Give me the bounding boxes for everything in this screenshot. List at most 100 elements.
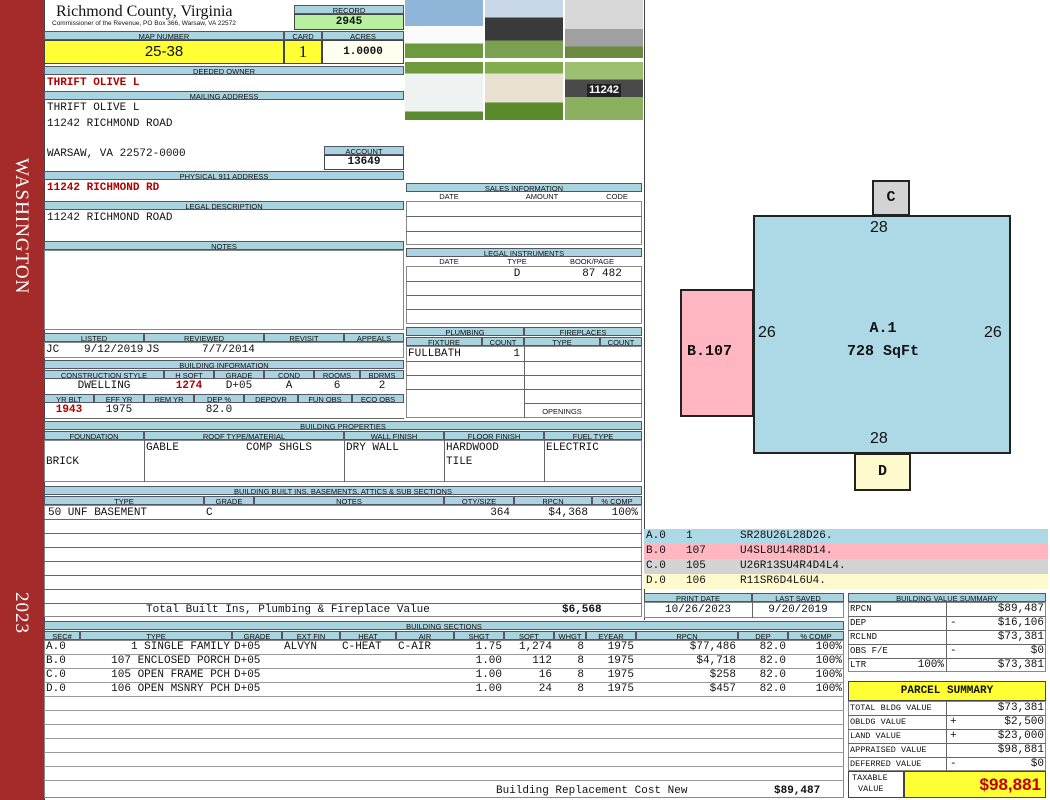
vector-code: 107 — [686, 545, 706, 557]
vector-row: A.0 1 SR28U26L28D26. — [644, 529, 1048, 544]
roof-type: GABLE — [146, 442, 180, 454]
section-cell: $258 — [709, 669, 736, 681]
sections-title: BUILDING SECTIONS — [44, 621, 844, 630]
parcel-obldg: $2,500 — [1004, 716, 1044, 728]
sales-col-amount: AMOUNT — [525, 192, 559, 201]
col-remyr: REM YR — [144, 394, 194, 403]
col-bi-type: TYPE — [44, 496, 204, 505]
section-cell: C-HEAT — [342, 641, 382, 653]
legal-bookpage: 87 482 — [582, 268, 622, 280]
section-cell: 100% — [815, 669, 842, 681]
bvs-dep-label: DEP — [850, 618, 867, 628]
vector-string: U4SL8U14R8D14. — [740, 545, 833, 557]
vector-sec: A.0 — [646, 530, 666, 542]
bvs-dep: $16,106 — [997, 617, 1044, 629]
builtins-title: BUILDING BUILT INS, BASEMENTS, ATTICS & … — [44, 486, 642, 495]
county-title: Richmond County, Virginia — [56, 3, 233, 20]
section-cell: 100% — [815, 683, 842, 695]
col-rooms: ROOMS — [314, 370, 360, 379]
parcel-appraised: $98,881 — [997, 744, 1044, 756]
col-fuel: FUEL TYPE — [544, 431, 642, 440]
building-info-title: BUILDING INFORMATION — [44, 360, 404, 369]
sales-col-date: DATE — [439, 192, 459, 201]
bvs-obs: $0 — [1030, 645, 1044, 657]
fuel-type: ELECTRIC — [546, 442, 599, 454]
col-sec-2: GRADE — [232, 631, 282, 640]
commissioner-address: Commissioner of the Revenue, PO Box 366,… — [52, 20, 236, 27]
listed-date: 9/12/2019 — [84, 344, 144, 356]
col-sec-9: EYEAR — [586, 631, 636, 640]
col-plumb-count: COUNT — [482, 337, 524, 346]
section-cell: 1 SINGLE FAMILY — [130, 641, 230, 653]
taxable-value: $98,881 — [904, 771, 1046, 798]
sidebar-county-word: WASHINGTON — [11, 158, 32, 295]
parcel-summary-title: PARCEL SUMMARY — [848, 681, 1046, 701]
vector-string: R11SR6D4L6U4. — [740, 575, 826, 587]
building-properties-title: BUILDING PROPERTIES — [44, 421, 642, 430]
sidebar-year: 2023 — [11, 592, 32, 634]
reviewed-label: REVIEWED — [144, 333, 264, 342]
bvs-rclnd-label: RCLND — [850, 632, 878, 642]
col-fp-type: TYPE — [524, 337, 600, 346]
section-cell: 106 OPEN MSNRY PCH — [111, 683, 230, 695]
section-cell: 8 — [577, 641, 584, 653]
section-cell: $77,486 — [689, 641, 736, 653]
vector-row: B.0 107 U4SL8U14R8D14. — [644, 544, 1048, 559]
section-cell: B.0 — [46, 655, 66, 667]
col-roof: ROOF TYPE/MATERIAL — [144, 431, 344, 440]
col-hsqft: H SQFT — [164, 370, 214, 379]
reviewed-date: 7/7/2014 — [202, 344, 255, 356]
sketch-b-label: B.107 — [687, 343, 733, 360]
hsqft-value: 1274 — [175, 380, 203, 392]
bvs-rpcn: $89,487 — [997, 603, 1044, 615]
col-bi-comp: % COMP — [592, 496, 642, 505]
physical-address-label: PHYSICAL 911 ADDRESS — [44, 171, 404, 180]
fireplaces-title: FIREPLACES — [524, 327, 642, 336]
section-cell: 82.0 — [759, 683, 786, 695]
col-sec-11: DEP — [738, 631, 788, 640]
section-cell: D+05 — [234, 669, 261, 681]
vector-row: C.0 105 U26R13SU4R4D4L4. — [644, 559, 1048, 574]
section-cell: D+05 — [234, 641, 261, 653]
legal-description-label: LEGAL DESCRIPTION — [44, 201, 404, 210]
col-fixture: FIXTURE — [406, 337, 482, 346]
notes-label: NOTES — [44, 241, 404, 250]
parcel-deferred-label: DEFERRED VALUE — [850, 759, 922, 769]
col-sec-3: EXT FIN — [282, 631, 340, 640]
parcel-bldg-label: TOTAL BLDG VALUE — [850, 703, 932, 713]
sketch-dim-top: 28 — [870, 219, 888, 236]
bvs-rclnd: $73,381 — [997, 631, 1044, 643]
col-cond: COND — [264, 370, 314, 379]
vector-code: 106 — [686, 575, 706, 587]
rooms-value: 6 — [333, 380, 341, 392]
vector-row: D.0 106 R11SR6D4L6U4. — [644, 574, 1048, 589]
bvs-rpcn-label: RPCN — [850, 604, 872, 614]
listed-by: JC — [46, 344, 60, 356]
section-cell: 105 OPEN FRAME PCH — [111, 669, 230, 681]
mailing-line-3: WARSAW, VA 22572-0000 — [47, 148, 186, 160]
col-construction-style: CONSTRUCTION STYLE — [44, 370, 164, 379]
section-cell: 1975 — [607, 655, 634, 667]
bvs-ltr-pct: 100% — [917, 659, 944, 671]
vector-code: 105 — [686, 560, 706, 572]
cond-value: A — [285, 380, 293, 392]
record-number: 2945 — [294, 14, 404, 30]
sections-total: $89,487 — [774, 785, 821, 797]
col-sec-8: WHGT — [554, 631, 586, 640]
revisit-label: REVISIT — [264, 333, 344, 342]
legal-type: D — [513, 268, 521, 280]
bvs-title: BUILDING VALUE SUMMARY — [848, 593, 1046, 602]
vector-string: SR28U26L28D26. — [740, 530, 833, 542]
house-photo-1 — [405, 0, 483, 58]
section-cell: ALVYN — [284, 641, 318, 653]
vector-code: 1 — [686, 530, 693, 542]
map-number: 25-38 — [44, 40, 284, 64]
taxable-label-2: VALUE — [858, 784, 884, 794]
section-cell: 16 — [538, 669, 552, 681]
plumbing-title: PLUMBING — [406, 327, 524, 336]
listed-label: LISTED — [44, 333, 144, 342]
deeded-owner-label: DEEDED OWNER — [44, 66, 404, 75]
acres-value: 1.0000 — [322, 40, 404, 64]
col-depovr: DEPOVR — [244, 394, 298, 403]
col-funobs: FUN OBS — [298, 394, 352, 403]
